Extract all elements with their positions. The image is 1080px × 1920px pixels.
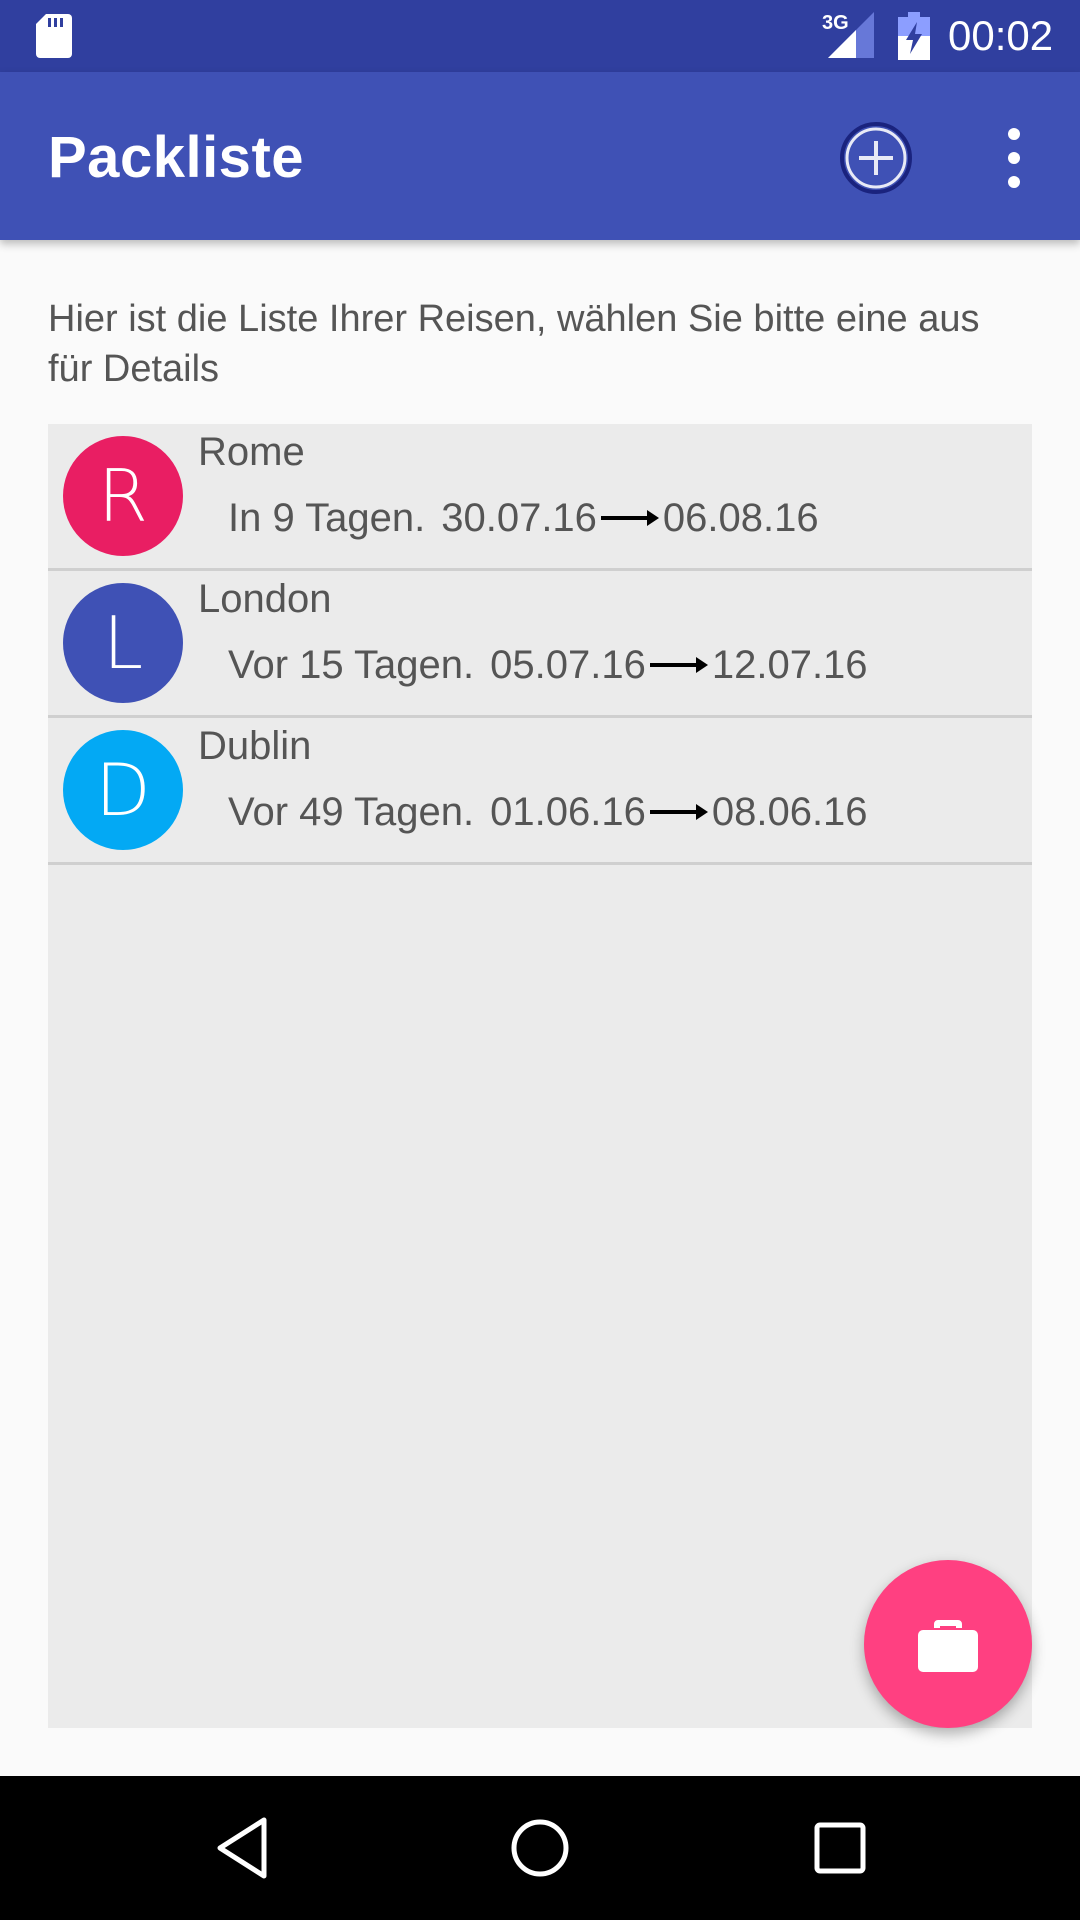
trip-row-dublin[interactable]: D Dublin Vor 49 Tagen. 01.06.16 08.06.16 [48,718,1032,865]
trip-start-date: 01.06.16 [490,789,646,834]
trip-name: London [198,577,332,621]
status-clock: 00:02 [948,12,1054,59]
trip-avatar: D [63,730,183,850]
trip-avatar: R [63,436,183,556]
trip-relative-time: In 9 Tagen. [228,495,426,540]
back-icon[interactable] [214,1816,270,1880]
trip-name: Rome [198,430,305,474]
trip-dates: Vor 15 Tagen. 05.07.16 12.07.16 [228,641,868,688]
arrow-right-icon [649,804,708,821]
battery-charging-icon [898,12,930,60]
trip-end-date: 08.06.16 [711,789,868,834]
trip-relative-time: Vor 49 Tagen. [228,789,475,834]
more-vert-icon[interactable] [990,124,1038,192]
system-nav-bar [0,1776,1080,1920]
app-title: Packliste [48,125,305,190]
trip-end-date: 12.07.16 [711,642,868,687]
intro-text: Hier ist die Liste Ihrer Reisen, wählen … [48,298,980,390]
status-bar: 3G 00:02 [0,0,1080,72]
trip-relative-time: Vor 15 Tagen. [228,642,475,687]
arrow-right-icon [649,657,708,674]
signal-icon [828,12,874,58]
briefcase-icon [918,1620,978,1672]
recents-icon[interactable] [814,1820,866,1876]
add-circle-icon[interactable] [838,120,914,196]
trip-start-date: 30.07.16 [441,495,597,540]
trip-row-london[interactable]: L London Vor 15 Tagen. 05.07.16 12.07.16 [48,571,1032,718]
new-trip-fab[interactable] [864,1560,1032,1728]
trip-list: R Rome In 9 Tagen. 30.07.16 06.08.16 L Lon… [48,424,1032,1728]
trip-end-date: 06.08.16 [662,495,819,540]
trip-dates: In 9 Tagen. 30.07.16 06.08.16 [228,494,819,541]
arrow-right-icon [600,510,659,527]
trip-name: Dublin [198,724,312,768]
app-bar: Packliste [0,72,1080,240]
home-icon[interactable] [510,1816,570,1880]
trip-start-date: 05.07.16 [490,642,646,687]
trip-dates: Vor 49 Tagen. 01.06.16 08.06.16 [228,788,868,835]
sd-card-icon [36,14,72,58]
trip-avatar: L [63,583,183,703]
trip-row-rome[interactable]: R Rome In 9 Tagen. 30.07.16 06.08.16 [48,424,1032,571]
